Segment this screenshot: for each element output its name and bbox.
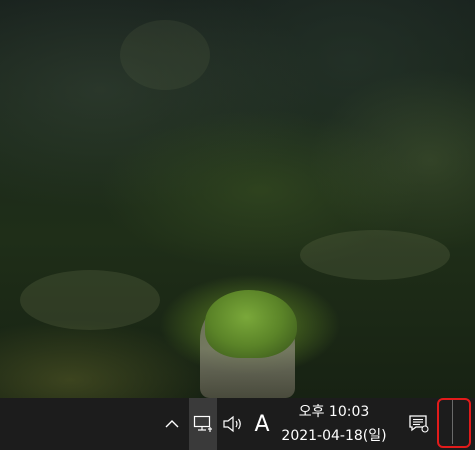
wallpaper-moss [205, 290, 297, 358]
chevron-up-icon [165, 419, 179, 429]
input-method-button[interactable]: A [249, 398, 275, 450]
taskbar: A 오후 10:03 2021-04-18(일) [0, 398, 475, 450]
wallpaper-terrain [120, 20, 210, 90]
clock-time: 오후 10:03 [298, 404, 370, 420]
action-center-icon [408, 414, 430, 434]
wallpaper-terrain [20, 270, 160, 330]
ime-label: A [254, 411, 270, 437]
show-desktop-button[interactable] [452, 400, 457, 444]
volume-button[interactable] [219, 398, 247, 450]
network-monitor-icon [193, 415, 213, 433]
clock[interactable]: 오후 10:03 2021-04-18(일) [278, 398, 390, 450]
speaker-icon [222, 415, 244, 433]
wallpaper-terrain [300, 230, 450, 280]
network-button[interactable] [189, 398, 217, 450]
desktop-wallpaper [0, 0, 475, 398]
clock-date: 2021-04-18(일) [281, 428, 387, 444]
action-center-button[interactable] [404, 398, 434, 450]
show-hidden-icons-button[interactable] [160, 398, 184, 450]
